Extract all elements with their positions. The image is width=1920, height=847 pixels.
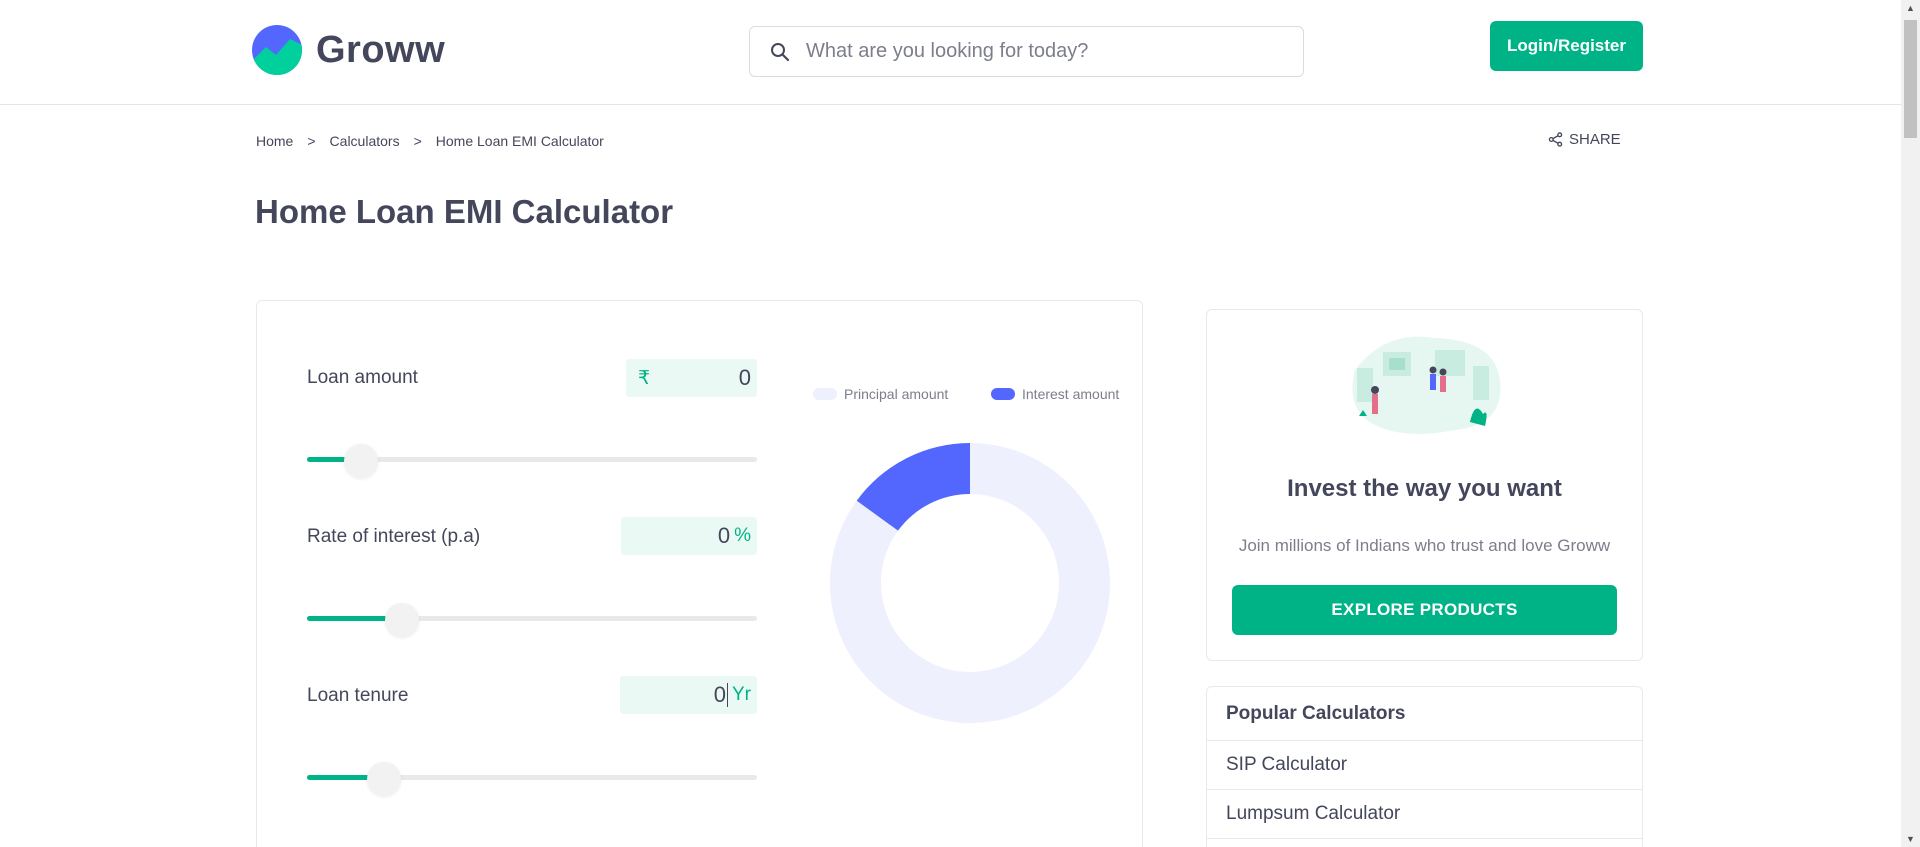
explore-products-button[interactable]: EXPLORE PRODUCTS (1232, 585, 1617, 635)
popular-calculators-panel: Popular Calculators SIP Calculator Lumps… (1206, 686, 1643, 847)
page-title: Home Loan EMI Calculator (255, 193, 674, 230)
legend-interest: Interest amount (991, 386, 1119, 402)
rate-of-interest-label: Rate of interest (p.a) (307, 526, 481, 547)
share-label: SHARE (1569, 131, 1621, 148)
loan-amount-field: Loan amount ₹ 0 (307, 359, 757, 479)
loan-tenure-input[interactable]: 0 Yr (620, 676, 757, 714)
slider-thumb[interactable] (344, 444, 378, 478)
rate-of-interest-input[interactable]: 0 % (621, 517, 757, 555)
groww-logo[interactable]: Groww (252, 25, 445, 75)
emi-calculator-card: Loan amount ₹ 0 Rate of interest (p.a) 0… (256, 300, 1143, 847)
rupee-icon: ₹ (638, 368, 651, 389)
legend-principal: Principal amount (813, 386, 948, 402)
legend-principal-swatch (813, 388, 837, 400)
rate-of-interest-slider[interactable] (307, 603, 757, 637)
emi-donut-chart (830, 443, 1110, 723)
legend-interest-label: Interest amount (1022, 386, 1120, 402)
popular-calculator-lumpsum[interactable]: Lumpsum Calculator (1207, 790, 1642, 839)
year-suffix: Yr (732, 684, 751, 705)
loan-amount-slider[interactable] (307, 444, 757, 478)
search-input[interactable] (806, 40, 1286, 63)
slider-thumb[interactable] (366, 762, 401, 796)
loan-tenure-label: Loan tenure (307, 685, 409, 706)
page-scrollbar[interactable]: ▲ ▼ (1901, 0, 1920, 847)
search-bar[interactable] (749, 26, 1304, 77)
header: Groww Login/Register (0, 0, 1901, 105)
loan-tenure-slider[interactable] (307, 762, 757, 796)
rate-of-interest-field: Rate of interest (p.a) 0 % (307, 517, 757, 637)
share-icon (1548, 132, 1563, 147)
login-register-button[interactable]: Login/Register (1490, 21, 1643, 71)
groww-logo-icon (252, 25, 302, 75)
breadcrumb-separator: > (307, 133, 316, 149)
legend-principal-label: Principal amount (844, 386, 949, 402)
popular-calculator-sip[interactable]: SIP Calculator (1207, 741, 1642, 790)
loan-tenure-value: 0 (713, 682, 726, 707)
invest-title: Invest the way you want (1287, 475, 1562, 502)
popular-calculators-title: Popular Calculators (1207, 687, 1642, 741)
breadcrumb-separator: > (413, 133, 422, 149)
brand-name: Groww (316, 28, 446, 71)
breadcrumb-calculators[interactable]: Calculators (330, 133, 400, 149)
legend-interest-swatch (991, 388, 1015, 400)
loan-amount-label: Loan amount (307, 367, 418, 388)
scroll-down-arrow-icon[interactable]: ▼ (1901, 831, 1920, 847)
slider-thumb[interactable] (384, 603, 419, 637)
scroll-thumb[interactable] (1904, 20, 1917, 138)
invest-subtitle: Join millions of Indians who trust and l… (1238, 536, 1611, 555)
rate-of-interest-value: 0 (717, 523, 731, 548)
breadcrumb: Home > Calculators > Home Loan EMI Calcu… (256, 133, 604, 149)
percent-suffix: % (734, 525, 751, 546)
text-caret (727, 683, 728, 707)
breadcrumb-home[interactable]: Home (256, 133, 293, 149)
loan-tenure-field: Loan tenure 0 Yr (307, 676, 757, 796)
loan-amount-value: 0 (738, 365, 751, 390)
breadcrumb-current: Home Loan EMI Calculator (435, 133, 604, 149)
share-button[interactable]: SHARE (1548, 131, 1621, 148)
invest-illustration-icon (1352, 336, 1501, 434)
scroll-up-arrow-icon[interactable]: ▲ (1901, 0, 1920, 16)
loan-amount-input[interactable]: ₹ 0 (626, 359, 757, 397)
invest-promo-card: Invest the way you want Join millions of… (1206, 309, 1643, 661)
search-icon (771, 42, 790, 61)
